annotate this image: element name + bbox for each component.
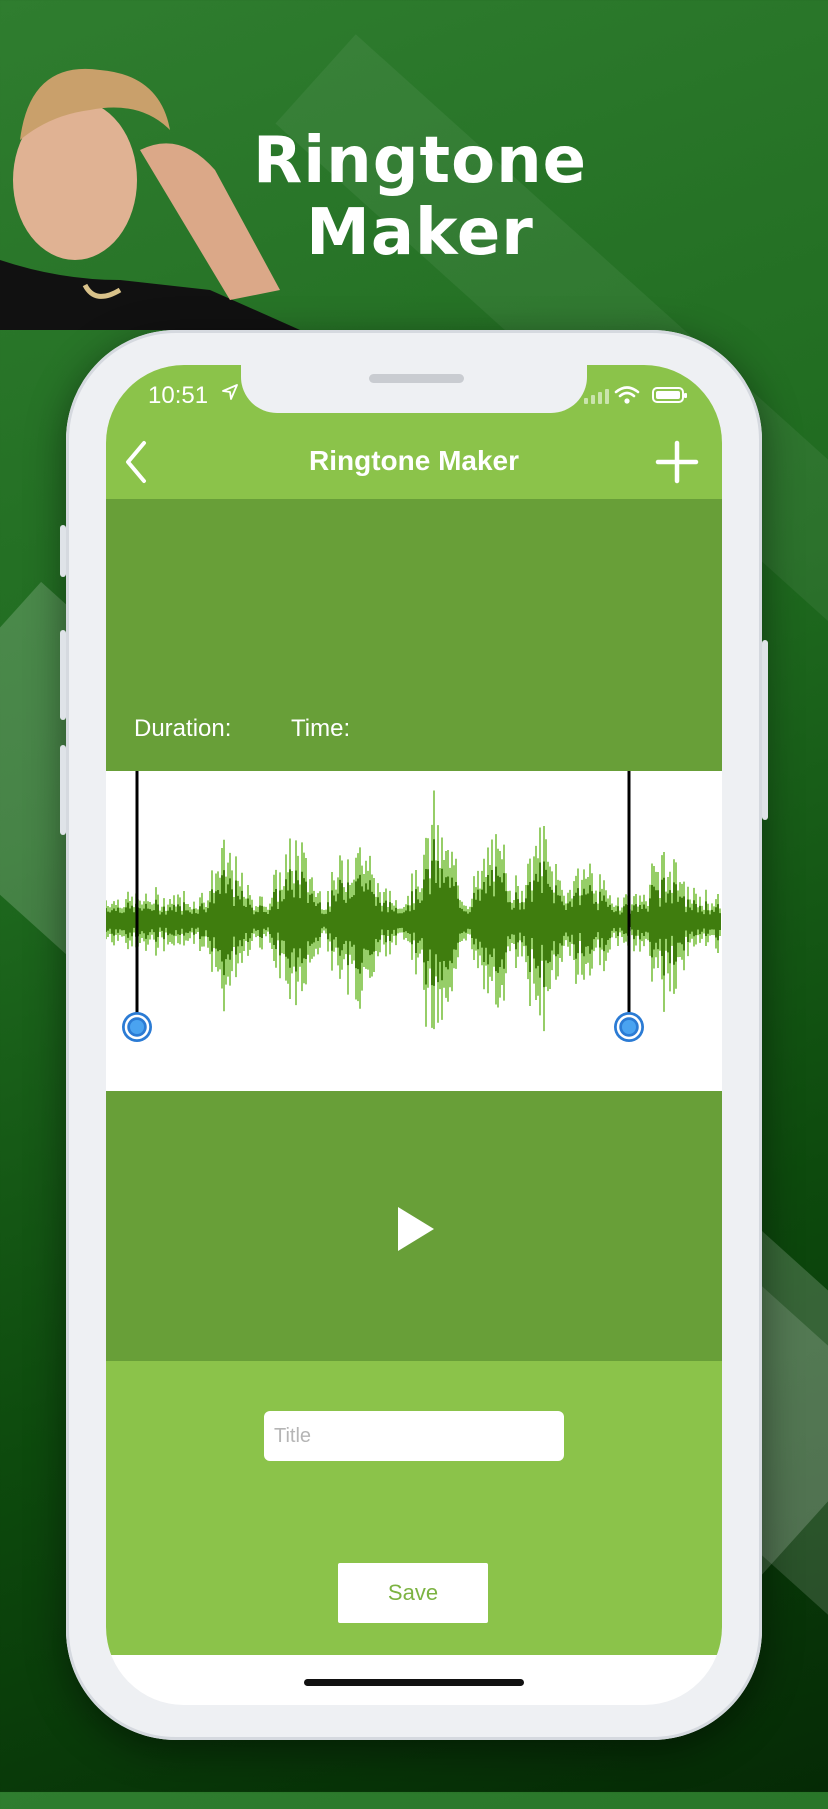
duration-label: Duration: xyxy=(134,715,232,742)
play-icon[interactable] xyxy=(396,1205,436,1253)
player-panel xyxy=(106,1091,722,1361)
promo-title-line: Maker xyxy=(306,196,534,270)
speaker xyxy=(369,374,464,383)
volume-down-button xyxy=(60,745,66,835)
cellular-signal-icon xyxy=(584,389,609,404)
time-label: Time: xyxy=(291,715,351,742)
power-button xyxy=(762,640,768,820)
notch xyxy=(241,365,587,413)
waveform-panel[interactable] xyxy=(106,771,722,1091)
status-time: 10:51 xyxy=(148,382,209,409)
home-indicator[interactable] xyxy=(304,1679,524,1686)
save-form: Save xyxy=(106,1361,722,1655)
battery-icon xyxy=(652,387,687,403)
plus-icon[interactable] xyxy=(654,439,700,485)
app-screen: 10:51 Ringtone Maker Duration: Time: Tit… xyxy=(106,365,722,1705)
page-title: Ringtone Maker xyxy=(308,445,520,476)
range-handle-icon[interactable] xyxy=(614,1012,644,1042)
title-input[interactable] xyxy=(264,1411,564,1461)
phone-frame: 10:51 Ringtone Maker Duration: Time: Tit… xyxy=(60,330,768,1740)
wifi-icon xyxy=(614,386,640,404)
info-panel: Duration: Time: xyxy=(106,499,722,771)
navigation-bar: Ringtone Maker xyxy=(106,425,722,499)
promo-title: Ringtone Maker xyxy=(230,125,610,269)
volume-up-button xyxy=(60,630,66,720)
location-arrow-icon xyxy=(222,384,238,400)
mute-switch xyxy=(60,525,66,577)
save-button[interactable]: Save xyxy=(338,1563,488,1623)
promo-title-line: Ringtone xyxy=(252,124,588,198)
audio-waveform[interactable] xyxy=(106,771,722,1091)
range-handle-icon[interactable] xyxy=(122,1012,152,1042)
